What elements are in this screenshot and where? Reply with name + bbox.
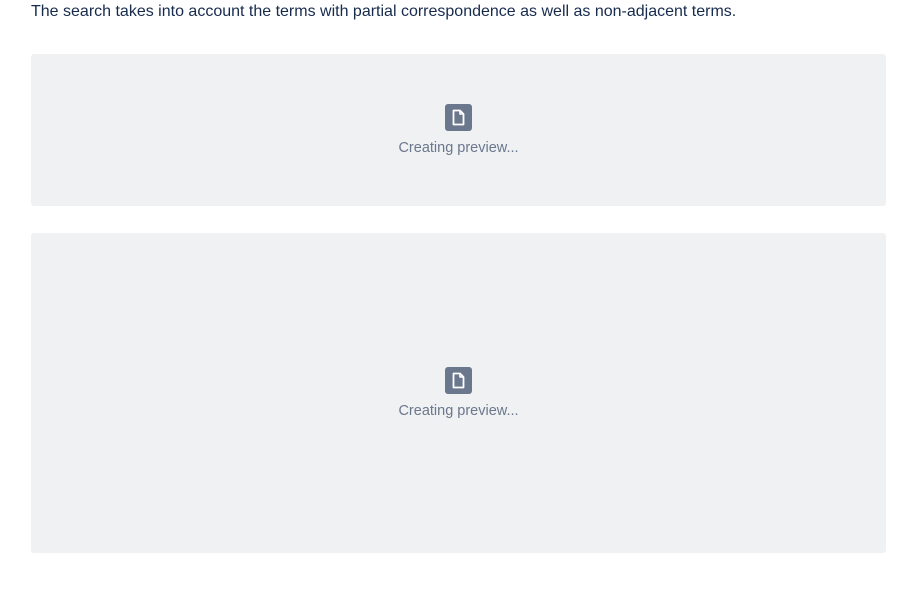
- search-description: The search takes into account the terms …: [31, 3, 737, 20]
- preview-status-label: Creating preview...: [398, 402, 519, 419]
- file-icon: [445, 366, 472, 394]
- attachment-preview[interactable]: Creating preview...: [31, 233, 886, 553]
- preview-status-label: Creating preview...: [398, 139, 519, 156]
- file-icon: [445, 103, 472, 131]
- attachment-preview[interactable]: Creating preview...: [31, 54, 886, 206]
